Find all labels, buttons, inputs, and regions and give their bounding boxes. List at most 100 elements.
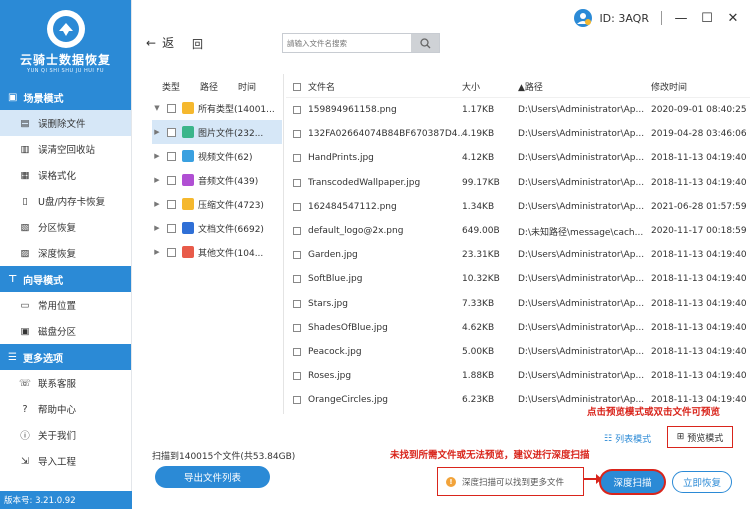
deep-icon: ▨ <box>20 247 30 259</box>
table-row[interactable]: TranscodedWallpaper.jpg 99.17KB D:\Users\A… <box>286 171 750 195</box>
tree-row-archives[interactable]: ▶ 压缩文件(4723) <box>152 192 282 216</box>
search-input[interactable] <box>283 34 411 52</box>
checkbox[interactable] <box>167 151 176 161</box>
section-more-options[interactable]: ☰ 更多选项 <box>0 344 131 370</box>
cell-size: 649.00B <box>462 226 500 237</box>
return-button[interactable]: 回 <box>192 36 203 52</box>
list-mode-button[interactable]: ☷ 列表模式 <box>604 432 651 446</box>
table-row[interactable]: Roses.jpg 1.88KB D:\Users\Administrator\Ap… <box>286 364 750 388</box>
maximize-icon[interactable]: ☐ <box>700 11 714 26</box>
row-checkbox[interactable] <box>293 227 301 236</box>
header-path[interactable]: ▲路径 <box>518 80 651 93</box>
tree-row-documents[interactable]: ▶ 文档文件(6692) <box>152 216 282 240</box>
expand-right-icon[interactable]: ▶ <box>152 224 162 232</box>
table-row[interactable]: ShadesOfBlue.jpg 4.62KB D:\Users\Administr… <box>286 316 750 340</box>
preview-mode-button[interactable]: ⊞ 预览模式 <box>667 426 733 448</box>
cell-name: 162484547112.png <box>308 201 397 212</box>
table-row[interactable]: 132FA02664074B84BF670387D4... 4.19KB D:\Us… <box>286 122 750 146</box>
table-row[interactable]: 162484547112.png 1.34KB D:\Users\Administr… <box>286 195 750 219</box>
table-row[interactable]: 159894961158.png 1.17KB D:\Users\Administr… <box>286 98 750 122</box>
cell-size: 4.12KB <box>462 153 495 164</box>
table-row[interactable]: Garden.jpg 23.31KB D:\Users\Administrator\… <box>286 243 750 267</box>
nav-item-about[interactable]: ⓘ 关于我们 <box>0 422 131 448</box>
nav-label: 帮助中心 <box>38 405 77 416</box>
table-row[interactable]: HandPrints.jpg 4.12KB D:\Users\Administrat… <box>286 146 750 170</box>
cell-name: SoftBlue.jpg <box>308 274 363 285</box>
document-file-icon <box>182 222 194 234</box>
file-table: 文件名 大小 ▲路径 修改时间 159894961158.png 1.17KB D:… <box>286 76 750 408</box>
recover-now-button[interactable]: 立即恢复 <box>672 471 732 493</box>
checkbox[interactable] <box>167 127 176 137</box>
nav-item-help-center[interactable]: ? 帮助中心 <box>0 396 131 422</box>
wizard-icon: ⊤ <box>8 273 18 285</box>
video-file-icon <box>182 150 194 162</box>
close-icon[interactable]: ✕ <box>726 11 740 26</box>
nav-item-usb-sd[interactable]: ▯ U盘/内存卡恢复 <box>0 188 131 214</box>
header-time[interactable]: 修改时间 <box>651 80 750 93</box>
expand-right-icon[interactable]: ▶ <box>152 128 162 136</box>
expand-right-icon[interactable]: ▶ <box>152 200 162 208</box>
section-title: 场景模式 <box>23 93 64 105</box>
row-checkbox[interactable] <box>293 275 301 284</box>
back-button[interactable]: ← 返 <box>146 34 174 51</box>
checkbox[interactable] <box>167 223 176 233</box>
checkbox[interactable] <box>167 199 176 209</box>
section-wizard-mode[interactable]: ⊤ 向导模式 <box>0 266 131 292</box>
tree-row-images[interactable]: ▶ 图片文件(232... <box>152 120 282 144</box>
row-checkbox[interactable] <box>293 106 301 115</box>
row-checkbox[interactable] <box>293 323 301 332</box>
nav-item-disk-partitions[interactable]: ▣ 磁盘分区 <box>0 318 131 344</box>
cell-path: D:\Users\Administrator\Ap... <box>518 371 645 382</box>
nav-item-contact-support[interactable]: ☏ 联系客服 <box>0 370 131 396</box>
row-checkbox[interactable] <box>293 251 301 260</box>
row-checkbox[interactable] <box>293 178 301 187</box>
expand-down-icon[interactable]: ▼ <box>152 104 162 112</box>
checkbox[interactable] <box>167 175 176 185</box>
deep-scan-button[interactable]: 深度扫描 <box>601 471 664 493</box>
tree-row-videos[interactable]: ▶ 视频文件(62) <box>152 144 282 168</box>
checkbox[interactable] <box>167 247 176 257</box>
row-checkbox[interactable] <box>293 299 301 308</box>
table-row[interactable]: default_logo@2x.png 649.00B D:\未知路径\messag… <box>286 219 750 243</box>
nav-item-deleted-files[interactable]: ▤ 误删除文件 <box>0 110 131 136</box>
row-checkbox[interactable] <box>293 130 301 139</box>
header-name[interactable]: 文件名 <box>308 80 462 93</box>
nav-item-format[interactable]: ▦ 误格式化 <box>0 162 131 188</box>
tab-type[interactable]: 类型 <box>162 80 180 93</box>
tree-row-other[interactable]: ▶ 其他文件(104... <box>152 240 282 264</box>
tree-tabs: 类型 路径 时间 <box>152 76 282 96</box>
cell-time: 2018-11-13 04:19:40 <box>651 322 747 333</box>
select-all-checkbox[interactable] <box>293 82 301 91</box>
nav-item-partition-recovery[interactable]: ▧ 分区恢复 <box>0 214 131 240</box>
expand-right-icon[interactable]: ▶ <box>152 152 162 160</box>
nav-item-common-locations[interactable]: ▭ 常用位置 <box>0 292 131 318</box>
search-button[interactable] <box>411 34 439 52</box>
table-row[interactable]: Stars.jpg 7.33KB D:\Users\Administrator\Ap… <box>286 292 750 316</box>
cell-check <box>286 299 308 308</box>
row-checkbox[interactable] <box>293 154 301 163</box>
nav-item-recycle-bin[interactable]: ▥ 误清空回收站 <box>0 136 131 162</box>
nav-label: 分区恢复 <box>38 223 77 234</box>
expand-right-icon[interactable]: ▶ <box>152 176 162 184</box>
minimize-icon[interactable]: — <box>674 11 688 26</box>
cell-size: 99.17KB <box>462 177 500 188</box>
tab-time[interactable]: 时间 <box>238 80 256 93</box>
expand-right-icon[interactable]: ▶ <box>152 248 162 256</box>
row-checkbox[interactable] <box>293 202 301 211</box>
section-scene-mode[interactable]: ▣ 场景模式 <box>0 84 131 110</box>
tab-path[interactable]: 路径 <box>200 80 218 93</box>
tree-row-all[interactable]: ▼ 所有类型(14001... <box>152 96 282 120</box>
row-checkbox[interactable] <box>293 372 301 381</box>
nav-item-import-project[interactable]: ⇲ 导入工程 <box>0 448 131 474</box>
header-size[interactable]: 大小 <box>462 80 518 93</box>
tree-row-audio[interactable]: ▶ 音频文件(439) <box>152 168 282 192</box>
table-row[interactable]: Peacock.jpg 5.00KB D:\Users\Administrator\… <box>286 340 750 364</box>
export-list-button[interactable]: 导出文件列表 <box>155 466 270 488</box>
row-checkbox[interactable] <box>293 347 301 356</box>
row-checkbox[interactable] <box>293 396 301 405</box>
nav-item-deep-recovery[interactable]: ▨ 深度恢复 <box>0 240 131 266</box>
table-row[interactable]: SoftBlue.jpg 10.32KB D:\Users\Administrato… <box>286 267 750 291</box>
tree-label: 其他文件(104... <box>198 248 264 259</box>
nav-label: U盘/内存卡恢复 <box>38 197 106 208</box>
checkbox[interactable] <box>167 103 176 113</box>
